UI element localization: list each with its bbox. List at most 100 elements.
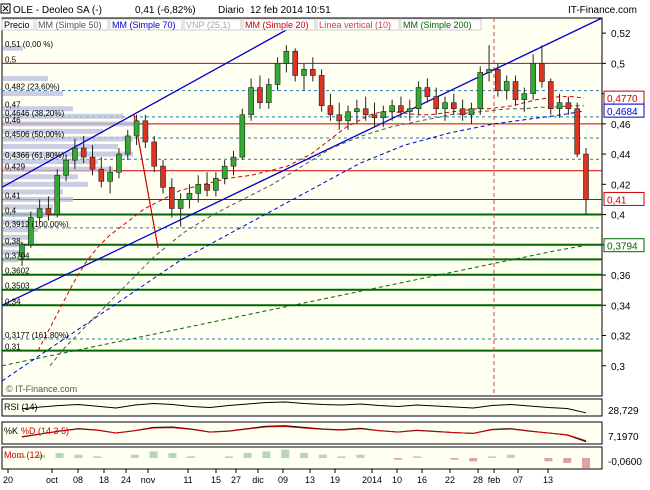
x-tick-label: 28 xyxy=(473,475,483,485)
candle-body xyxy=(354,108,360,113)
candle-body xyxy=(371,114,378,119)
candle-body xyxy=(530,63,536,94)
candle-body xyxy=(283,50,290,64)
level-label: 0,4 xyxy=(5,207,17,216)
x-tick-label: 18 xyxy=(99,475,109,485)
candle-body xyxy=(512,81,519,100)
candle-body xyxy=(98,168,105,182)
candle-body xyxy=(459,108,466,116)
candle-body xyxy=(433,96,439,110)
candle-body xyxy=(574,108,580,155)
candle-body xyxy=(257,87,263,103)
mom-value: -0,0600 xyxy=(608,457,642,468)
candle-body xyxy=(477,72,484,110)
legend-item: Precio xyxy=(4,20,30,30)
level-label: 0,31 xyxy=(5,343,21,352)
candle-body xyxy=(398,105,404,113)
close-box-icon[interactable] xyxy=(0,3,11,14)
candle-body xyxy=(442,102,448,110)
x-tick-label: 15 xyxy=(211,475,221,485)
stoch-k-label: %K xyxy=(4,426,18,436)
candle-body xyxy=(301,69,307,76)
candle-body xyxy=(63,159,69,176)
candle-body xyxy=(547,81,554,110)
candle-body xyxy=(169,187,175,209)
candle-body xyxy=(486,69,492,73)
y-tick-label: 0,36 xyxy=(611,271,631,282)
candle-body xyxy=(221,165,228,179)
rsi-label: RSI (14) xyxy=(4,402,38,412)
level-label: 0,482 (23,60%) xyxy=(5,83,60,92)
x-tick-label: 20 xyxy=(3,475,13,485)
legend-item: MM (Simple 20) xyxy=(245,20,309,30)
x-tick-label: 16 xyxy=(417,475,427,485)
header-brand: IT-Finance.com xyxy=(568,5,637,16)
y-tick-label: 0,5 xyxy=(611,59,625,70)
candle-body xyxy=(124,135,131,155)
header-quote: 0,41 (-6,82%) xyxy=(135,5,196,16)
stoch-value: 7,1970 xyxy=(608,432,639,443)
x-tick-label: 2014 xyxy=(362,475,382,485)
candle-body xyxy=(195,184,202,194)
candle-body xyxy=(133,120,140,137)
rsi-panel xyxy=(1,398,603,417)
candle-body xyxy=(521,93,528,100)
candle-body xyxy=(451,102,457,110)
x-tick-label: 22 xyxy=(445,475,455,485)
level-label: 0,5 xyxy=(5,55,17,64)
y-tick-label: 0,34 xyxy=(611,301,631,312)
level-label: 0,3503 xyxy=(5,282,30,291)
candle-body xyxy=(89,156,96,170)
candle-body xyxy=(80,147,87,158)
legend-item: MM (Simple 70) xyxy=(112,20,176,30)
candle-body xyxy=(45,208,52,215)
candle-body xyxy=(116,153,122,173)
legend-item: MM (Simple 200) xyxy=(403,20,472,30)
level-label: 0,3912 (100,00%) xyxy=(5,220,69,229)
candle-body xyxy=(54,174,61,215)
header-date: 12 feb 2014 10:51 xyxy=(250,5,331,16)
legend-item: Línea vertical (10) xyxy=(319,20,391,30)
legend-item: VNP (25,1) xyxy=(186,20,230,30)
level-label: 0,41 xyxy=(5,191,21,200)
candle-body xyxy=(424,87,431,97)
x-tick-label: 13 xyxy=(543,475,553,485)
y-tick-label: 0,42 xyxy=(611,180,631,191)
x-tick-label: feb xyxy=(488,475,501,485)
candle-body xyxy=(142,120,149,143)
level-label: 0,34 xyxy=(5,297,21,306)
price-tag-label: 0,41 xyxy=(607,195,627,206)
x-tick-label: 24 xyxy=(121,475,131,485)
candle-body xyxy=(36,208,43,218)
candle-body xyxy=(345,111,351,122)
candle-body xyxy=(583,153,589,200)
candle-body xyxy=(204,184,210,191)
level-label: 0,3177 (161,80%) xyxy=(5,331,69,340)
x-tick-label: oct xyxy=(46,475,59,485)
level-label: 0,4366 (61,80%) xyxy=(5,151,64,160)
level-label: 0,51 (0,00 %) xyxy=(5,40,53,49)
candle-body xyxy=(186,193,193,200)
candle-body xyxy=(239,114,246,158)
y-tick-label: 0,3 xyxy=(611,362,625,373)
candle-body xyxy=(565,102,572,110)
volume-profile-bar xyxy=(3,91,63,97)
level-label: 0,3704 xyxy=(5,251,30,260)
candle-body xyxy=(406,108,413,113)
candle-body xyxy=(292,50,298,76)
level-label: 0,38 xyxy=(5,237,21,246)
candle-body xyxy=(107,171,113,182)
watermark: © IT-Finance.com xyxy=(6,384,77,394)
x-tick-label: 10 xyxy=(392,475,402,485)
candle-body xyxy=(318,75,325,106)
level-label: 0,429 xyxy=(5,163,26,172)
candle-body xyxy=(468,108,475,116)
volume-profile-bar xyxy=(3,181,88,187)
stock-chart: OLE - Deoleo SA (-) 0,41 (-6,82%) Diario… xyxy=(0,0,650,485)
legend: Precio MM (Simple 50) MM (Simple 70) VNP (2… xyxy=(1,18,482,31)
candle-body xyxy=(160,165,166,188)
x-tick-label: 07 xyxy=(513,475,523,485)
candle-body xyxy=(362,108,369,116)
candle-body xyxy=(177,199,184,209)
x-tick-label: 27 xyxy=(231,475,241,485)
